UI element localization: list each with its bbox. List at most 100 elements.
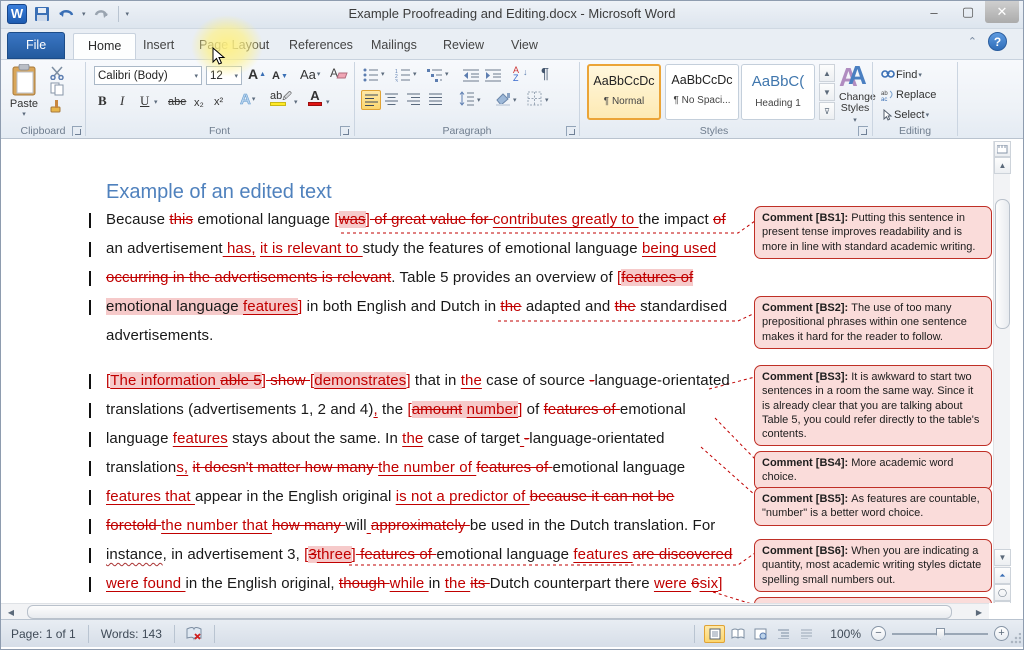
comment-4[interactable]: Comment [BS4]: More academic word choice…	[754, 451, 992, 490]
align-right-button[interactable]	[407, 93, 421, 106]
ruler-toggle-icon[interactable]	[994, 141, 1011, 157]
tab-references[interactable]: References	[275, 33, 367, 59]
minimize-button[interactable]: –	[917, 1, 951, 23]
tab-view[interactable]: View	[497, 33, 552, 59]
multilevel-dropdown-icon[interactable]: ▾	[445, 70, 449, 78]
change-styles-button[interactable]: A A Change Styles ▾	[839, 62, 871, 126]
close-button[interactable]: ✕	[985, 1, 1019, 23]
strikethrough-button[interactable]: abe	[166, 93, 188, 111]
font-size-select[interactable]: 12▾	[206, 66, 242, 85]
shading-dropdown-icon[interactable]: ▾	[513, 96, 517, 104]
horizontal-scroll-thumb[interactable]	[27, 605, 952, 619]
previous-page-icon[interactable]: ⏶	[994, 567, 1011, 584]
clipboard-dialog-launcher[interactable]	[72, 126, 82, 136]
style-heading1[interactable]: AaBbC(Heading 1	[741, 64, 815, 120]
increase-indent-icon[interactable]	[485, 68, 502, 82]
font-name-select[interactable]: Calibri (Body)▾	[94, 66, 202, 85]
zoom-slider-thumb[interactable]	[936, 628, 945, 640]
shrink-font-button[interactable]: A▼	[270, 67, 290, 85]
style-no-spacing[interactable]: AaBbCcDc¶ No Spaci...	[665, 64, 739, 120]
shading-icon[interactable]	[495, 91, 511, 106]
decrease-indent-icon[interactable]	[463, 68, 480, 82]
bullets-dropdown-icon[interactable]: ▾	[381, 70, 385, 78]
comment-5[interactable]: Comment [BS5]: As features are countable…	[754, 487, 992, 526]
font-color-dropdown-icon[interactable]: ▾	[326, 98, 330, 106]
clear-formatting-icon[interactable]: A	[330, 65, 348, 81]
comment-1[interactable]: Comment [BS1]: Putting this sentence in …	[754, 206, 992, 259]
pilcrow-icon[interactable]: ¶	[541, 65, 549, 82]
zoom-in-icon[interactable]: +	[994, 626, 1009, 641]
tab-file[interactable]: File	[7, 32, 65, 59]
style-normal[interactable]: AaBbCcDc¶ Normal	[587, 64, 661, 120]
borders-dropdown-icon[interactable]: ▾	[545, 96, 549, 104]
help-icon[interactable]: ?	[988, 32, 1007, 51]
underline-dropdown-icon[interactable]: ▾	[154, 98, 158, 106]
tab-mailings[interactable]: Mailings	[357, 33, 431, 59]
highlight-dropdown-icon[interactable]: ▾	[294, 98, 298, 106]
multilevel-list-icon[interactable]	[427, 68, 443, 82]
vertical-scroll-thumb[interactable]	[995, 199, 1010, 329]
resize-grip[interactable]	[1009, 633, 1021, 645]
minimize-ribbon-icon[interactable]: ⌃	[968, 35, 977, 48]
view-fullscreen-reading-icon[interactable]	[727, 625, 748, 643]
view-print-layout-icon[interactable]	[704, 625, 725, 643]
proofing-errors-icon[interactable]	[184, 625, 205, 643]
line-spacing-icon[interactable]	[459, 91, 475, 106]
paragraph-dialog-launcher[interactable]	[566, 126, 576, 136]
vertical-scrollbar[interactable]: ▲ ▼ ⏶ ◯ ⏷	[993, 141, 1010, 603]
superscript-button[interactable]: x²	[212, 93, 225, 111]
next-page-icon[interactable]: ⏷	[994, 601, 1011, 603]
styles-dialog-launcher[interactable]	[858, 126, 868, 136]
styles-gallery-scroll[interactable]: ▲ ▼ ⊽	[819, 64, 835, 120]
view-web-layout-icon[interactable]	[750, 625, 771, 643]
numbering-dropdown-icon[interactable]: ▾	[413, 70, 417, 78]
document-area[interactable]: Example of an edited text Because this e…	[1, 141, 1023, 603]
tab-review[interactable]: Review	[429, 33, 498, 59]
cut-icon[interactable]	[49, 66, 65, 80]
tab-home[interactable]: Home	[73, 33, 136, 59]
replace-button[interactable]: abac Replace	[879, 86, 938, 104]
tab-insert[interactable]: Insert	[129, 33, 188, 59]
horizontal-scrollbar[interactable]: ◀ ▶	[1, 603, 989, 619]
borders-icon[interactable]	[527, 91, 542, 106]
format-painter-icon[interactable]	[49, 98, 65, 114]
zoom-out-icon[interactable]: −	[871, 626, 886, 641]
underline-button[interactable]: U	[138, 92, 151, 110]
find-button[interactable]: Find▾	[879, 66, 924, 84]
text-effects-button[interactable]: A▾	[238, 90, 257, 108]
comment-2[interactable]: Comment [BS2]: The use of too many prepo…	[754, 296, 992, 349]
comment-6[interactable]: Comment [BS6]: When you are indicating a…	[754, 539, 992, 592]
text-highlight-button[interactable]: ab🖉	[270, 91, 292, 106]
change-case-button[interactable]: Aa▾	[298, 65, 322, 83]
zoom-level[interactable]: 100%	[826, 627, 865, 641]
select-button[interactable]: Select▾	[879, 106, 931, 124]
copy-icon[interactable]	[49, 82, 65, 96]
page-indicator[interactable]: Page: 1 of 1	[7, 627, 80, 641]
maximize-button[interactable]: ▢	[951, 1, 985, 23]
font-dialog-launcher[interactable]	[340, 126, 350, 136]
bullets-icon[interactable]	[363, 68, 379, 82]
align-left-button[interactable]	[361, 90, 381, 110]
paste-button[interactable]: Paste ▾	[9, 64, 39, 118]
comment-3[interactable]: Comment [BS3]: It is awkward to start tw…	[754, 365, 992, 446]
font-color-button[interactable]: A	[308, 89, 322, 106]
grow-font-button[interactable]: A▲	[246, 65, 268, 83]
select-browse-object-icon[interactable]: ◯	[994, 584, 1011, 601]
scroll-up-icon[interactable]: ▲	[994, 157, 1011, 174]
line-spacing-dropdown-icon[interactable]: ▾	[477, 96, 481, 104]
view-draft-icon[interactable]	[796, 625, 817, 643]
scroll-left-icon[interactable]: ◀	[3, 605, 19, 619]
subscript-button[interactable]: x₂	[192, 94, 206, 112]
italic-button[interactable]: I	[118, 92, 126, 110]
sort-icon[interactable]: AZ↓	[513, 66, 519, 82]
align-center-button[interactable]	[385, 93, 399, 106]
tab-page-layout[interactable]: Page Layout	[185, 33, 283, 59]
zoom-slider[interactable]	[892, 633, 988, 635]
scroll-right-icon[interactable]: ▶	[971, 605, 987, 619]
scroll-down-icon[interactable]: ▼	[994, 549, 1011, 566]
numbering-icon[interactable]: 123	[395, 68, 411, 82]
justify-button[interactable]	[429, 93, 443, 106]
view-outline-icon[interactable]	[773, 625, 794, 643]
bold-button[interactable]: B	[96, 92, 109, 110]
word-count[interactable]: Words: 143	[97, 627, 166, 641]
